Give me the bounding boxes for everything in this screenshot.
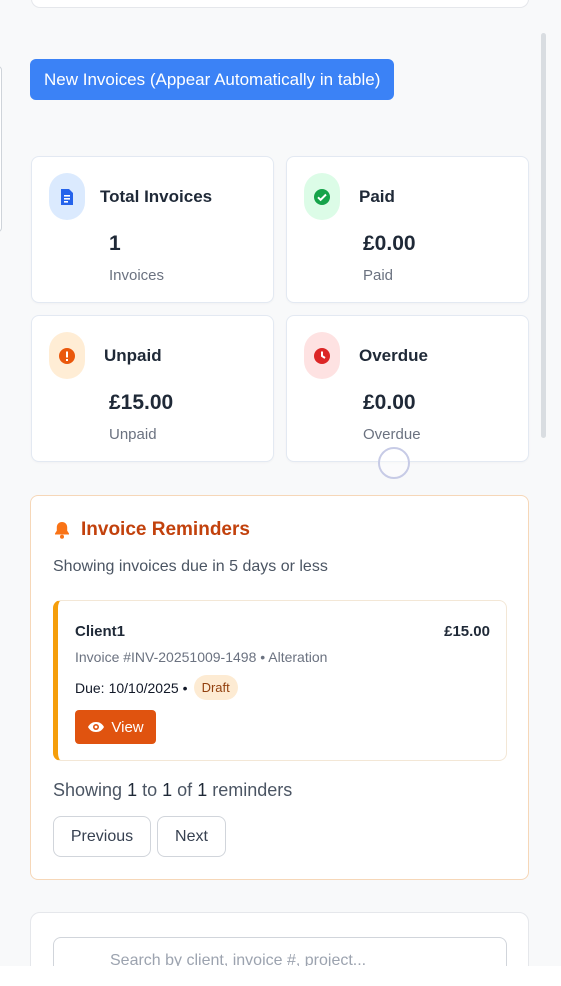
next-button[interactable]: Next — [157, 816, 226, 857]
reminder-item: Client1 £15.00 Invoice #INV-20251009-149… — [53, 600, 507, 761]
stat-value: £15.00 — [109, 391, 174, 414]
due-label: Due: — [75, 679, 105, 696]
stat-title: Overdue — [359, 346, 428, 365]
document-icon — [49, 173, 85, 220]
pagination-summary: Showing 1 to 1 of 1 reminders — [53, 780, 292, 801]
invoice-amount: £15.00 — [444, 623, 490, 640]
previous-card — [31, 0, 529, 8]
stat-title: Paid — [359, 187, 395, 206]
stat-value: £0.00 — [363, 232, 416, 255]
due-row: Due: 10/10/2025 • Draft — [75, 675, 238, 700]
check-circle-icon — [304, 173, 340, 220]
paid-card: Paid £0.00 Paid — [286, 156, 529, 303]
new-invoices-button[interactable]: New Invoices (Appear Automatically in ta… — [30, 59, 395, 100]
total-invoices-card: Total Invoices 1 Invoices — [31, 156, 274, 303]
overdue-card: Overdue £0.00 Overdue — [286, 315, 529, 462]
view-button[interactable]: View — [75, 710, 156, 744]
separator: • — [182, 679, 188, 696]
reminders-title: Invoice Reminders — [81, 519, 250, 540]
invoice-meta: Invoice #INV-20251009-1498 • Alteration — [75, 649, 328, 665]
eye-icon — [88, 722, 105, 732]
showing-suffix: reminders — [212, 780, 293, 800]
showing-to-word: to — [142, 780, 158, 800]
showing-of-word: of — [177, 780, 193, 800]
stat-subtitle: Unpaid — [109, 426, 157, 443]
stat-value: £0.00 — [363, 391, 416, 414]
stat-subtitle: Overdue — [363, 426, 421, 443]
bell-icon — [52, 520, 72, 545]
showing-prefix: Showing — [53, 780, 123, 800]
clock-icon — [304, 332, 340, 379]
showing-from: 1 — [127, 780, 138, 800]
invoice-reminders-panel: Invoice Reminders Showing invoices due i… — [30, 495, 529, 880]
due-date: 10/10/2025 — [108, 679, 179, 696]
bottom-bar — [0, 966, 561, 986]
unpaid-card: Unpaid £15.00 Unpaid — [31, 315, 274, 462]
stat-title: Total Invoices — [100, 187, 213, 206]
scrollbar[interactable] — [541, 33, 546, 438]
stat-title: Unpaid — [104, 346, 162, 365]
showing-total: 1 — [197, 780, 208, 800]
exclamation-circle-icon — [49, 332, 85, 379]
view-label: View — [111, 718, 144, 736]
previous-button[interactable]: Previous — [53, 816, 151, 857]
stat-subtitle: Paid — [363, 267, 394, 284]
side-panel-edge — [0, 66, 2, 232]
stat-subtitle: Invoices — [109, 267, 165, 284]
client-name: Client1 — [75, 623, 126, 640]
stat-value: 1 — [109, 232, 121, 255]
reminders-subtitle: Showing invoices due in 5 days or less — [53, 558, 328, 575]
showing-to: 1 — [162, 780, 173, 800]
status-badge: Draft — [193, 675, 238, 700]
touch-indicator — [378, 447, 410, 479]
